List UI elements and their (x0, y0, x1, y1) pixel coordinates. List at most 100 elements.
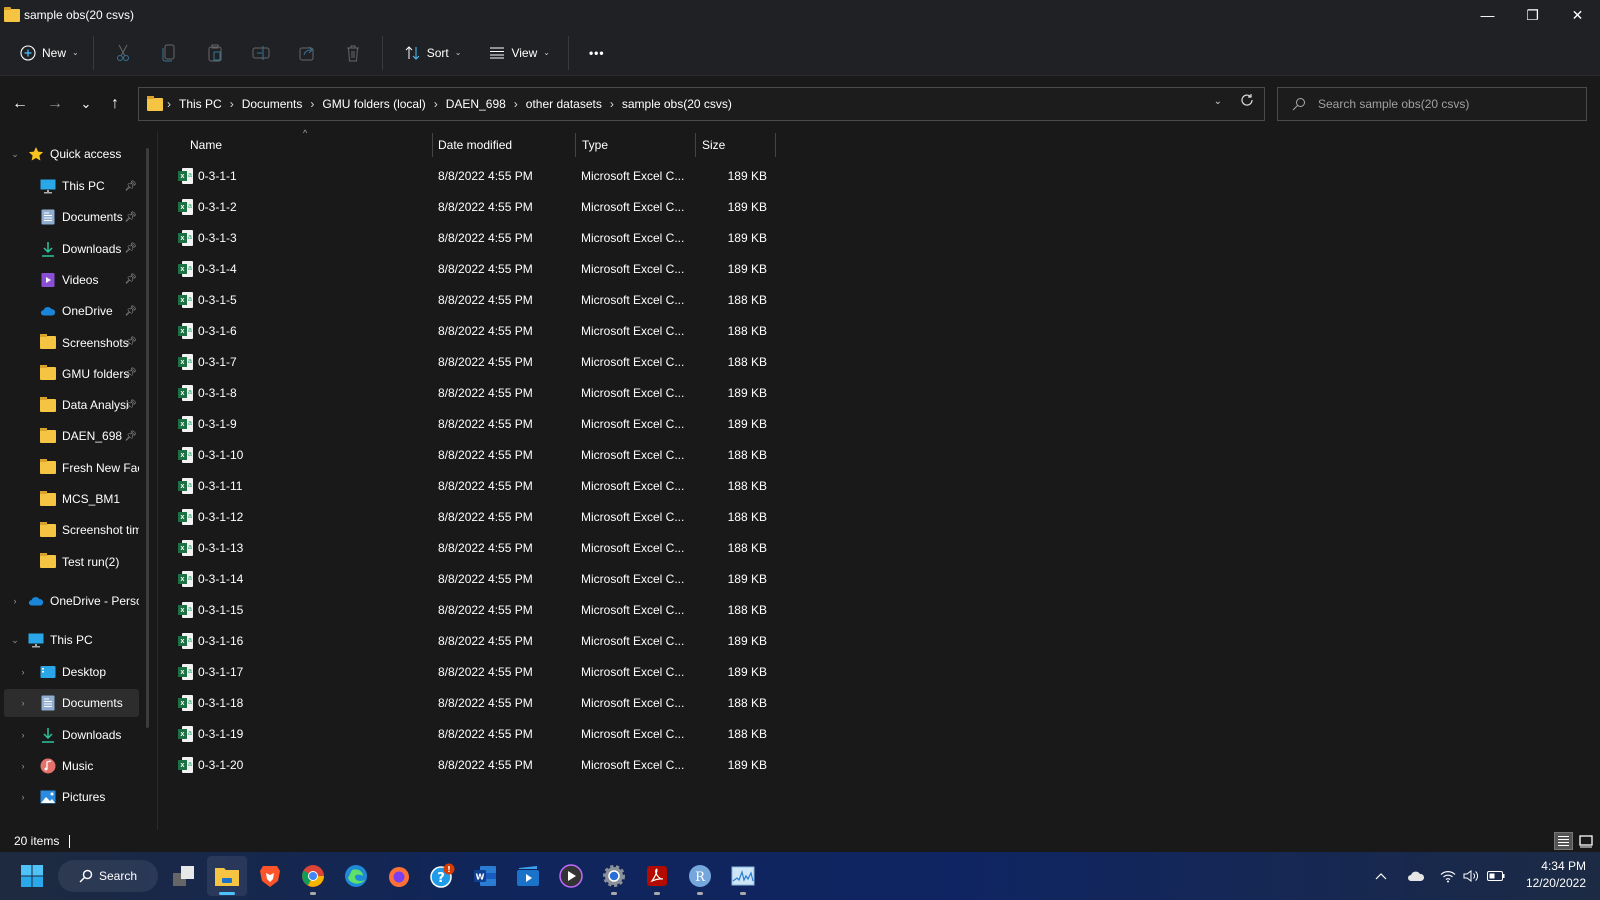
rename-button[interactable] (245, 37, 277, 69)
file-row[interactable]: x a 0-3-1-12 8/8/2022 4:55 PM Microsoft Exce… (172, 502, 772, 532)
column-header-type[interactable]: Type (582, 132, 608, 158)
volume-button[interactable] (1463, 852, 1479, 900)
taskbar-word[interactable]: W (465, 856, 505, 896)
taskbar-r[interactable]: R (680, 856, 720, 896)
file-row[interactable]: x a 0-3-1-10 8/8/2022 4:55 PM Microsoft Exce… (172, 440, 772, 470)
column-header-name[interactable]: Name (190, 132, 222, 158)
show-hidden-icons-button[interactable] (1375, 852, 1387, 900)
sidebar-item-screenshot-tim[interactable]: Screenshot tim (4, 516, 139, 544)
sidebar-item-videos[interactable]: Videos 📌︎ (4, 266, 139, 294)
chevron-right-icon[interactable]: › (8, 596, 22, 606)
clock[interactable]: 4:34 PM 12/20/2022 (1526, 858, 1586, 892)
search-box[interactable] (1277, 87, 1587, 121)
taskbar-edge[interactable] (336, 856, 376, 896)
taskbar-settings[interactable] (594, 856, 634, 896)
details-view-button[interactable] (1554, 832, 1573, 850)
file-row[interactable]: x a 0-3-1-13 8/8/2022 4:55 PM Microsoft Exce… (172, 533, 772, 563)
file-row[interactable]: x a 0-3-1-8 8/8/2022 4:55 PM Microsoft Excel… (172, 378, 772, 408)
chevron-right-icon[interactable]: › (16, 792, 30, 802)
taskbar-video-editor[interactable] (508, 856, 548, 896)
copy-button[interactable] (153, 37, 185, 69)
chevron-down-icon[interactable]: ⌄ (8, 635, 22, 646)
file-row[interactable]: x a 0-3-1-5 8/8/2022 4:55 PM Microsoft Excel… (172, 285, 772, 315)
file-row[interactable]: x a 0-3-1-17 8/8/2022 4:55 PM Microsoft Exce… (172, 657, 772, 687)
breadcrumb-item[interactable]: GMU folders (local) (322, 97, 425, 111)
sidebar-item-downloads[interactable]: Downloads 📌︎ (4, 235, 139, 263)
forward-button[interactable]: → (43, 92, 67, 116)
search-input[interactable] (1318, 97, 1568, 111)
restore-button[interactable]: ❐ (1510, 0, 1555, 30)
onedrive-tray-button[interactable] (1407, 852, 1425, 900)
file-row[interactable]: x a 0-3-1-11 8/8/2022 4:55 PM Microsoft Exce… (172, 471, 772, 501)
sidebar-item-mcs-bm1[interactable]: MCS_BM1 (4, 485, 139, 513)
file-row[interactable]: x a 0-3-1-16 8/8/2022 4:55 PM Microsoft Exce… (172, 626, 772, 656)
taskbar-resource-monitor[interactable] (723, 856, 763, 896)
address-bar[interactable]: › This PC › Documents › GMU folders (loc… (138, 87, 1265, 121)
sidebar-item-downloads[interactable]: › Downloads (4, 721, 139, 749)
file-row[interactable]: x a 0-3-1-1 8/8/2022 4:55 PM Microsoft Excel… (172, 161, 772, 191)
minimize-button[interactable]: — (1465, 0, 1510, 30)
sidebar-item-pictures[interactable]: › Pictures (4, 783, 139, 811)
taskbar-chrome[interactable] (293, 856, 333, 896)
file-row[interactable]: x a 0-3-1-3 8/8/2022 4:55 PM Microsoft Excel… (172, 223, 772, 253)
share-button[interactable] (291, 37, 323, 69)
back-button[interactable]: ← (8, 92, 32, 116)
sidebar-item-documents[interactable]: › Documents (4, 689, 139, 718)
file-row[interactable]: x a 0-3-1-6 8/8/2022 4:55 PM Microsoft Excel… (172, 316, 772, 346)
sidebar-item-desktop[interactable]: › Desktop (4, 658, 139, 686)
sidebar-item-onedrive-personal[interactable]: › OneDrive - Perso (4, 587, 140, 615)
file-row[interactable]: x a 0-3-1-14 8/8/2022 4:55 PM Microsoft Exce… (172, 564, 772, 594)
taskbar-file-explorer[interactable] (207, 856, 247, 896)
pane-divider[interactable] (157, 131, 158, 830)
column-divider[interactable] (575, 133, 576, 157)
chevron-down-icon[interactable]: ⌄ (8, 149, 22, 160)
column-divider[interactable] (775, 133, 776, 157)
column-divider[interactable] (432, 133, 433, 157)
breadcrumb-item[interactable]: Documents (242, 97, 303, 111)
delete-button[interactable] (337, 37, 369, 69)
sidebar-item-gmu-folders[interactable]: GMU folders 📌︎ (4, 360, 139, 388)
sidebar-item-this-pc[interactable]: ⌄ This PC (4, 626, 139, 654)
start-button[interactable] (12, 856, 52, 896)
sidebar-item-daen-698[interactable]: DAEN_698 📌︎ (4, 422, 139, 450)
column-header-date[interactable]: Date modified (438, 132, 512, 158)
breadcrumb-item[interactable]: other datasets (526, 97, 602, 111)
chevron-right-icon[interactable]: › (16, 730, 30, 740)
recent-locations-button[interactable]: ⌄ (74, 92, 98, 116)
file-row[interactable]: x a 0-3-1-15 8/8/2022 4:55 PM Microsoft Exce… (172, 595, 772, 625)
file-row[interactable]: x a 0-3-1-7 8/8/2022 4:55 PM Microsoft Excel… (172, 347, 772, 377)
sidebar-item-test-run-2-[interactable]: Test run(2) (4, 548, 139, 576)
breadcrumb-item[interactable]: sample obs(20 csvs) (622, 97, 732, 111)
file-row[interactable]: x a 0-3-1-4 8/8/2022 4:55 PM Microsoft Excel… (172, 254, 772, 284)
chevron-right-icon[interactable]: › (16, 698, 30, 708)
file-row[interactable]: x a 0-3-1-20 8/8/2022 4:55 PM Microsoft Exce… (172, 750, 772, 780)
breadcrumb-item[interactable]: DAEN_698 (446, 97, 506, 111)
battery-button[interactable] (1487, 852, 1505, 900)
sidebar-item-screenshots[interactable]: Screenshots 📌︎ (4, 329, 139, 357)
view-button[interactable]: View ⌄ (481, 37, 558, 69)
network-button[interactable] (1440, 852, 1456, 900)
taskbar-brave[interactable] (250, 856, 290, 896)
file-row[interactable]: x a 0-3-1-9 8/8/2022 4:55 PM Microsoft Excel… (172, 409, 772, 439)
up-button[interactable]: ↑ (103, 92, 127, 116)
cut-button[interactable] (107, 37, 139, 69)
sidebar-scrollbar[interactable] (146, 148, 149, 728)
sidebar-item-fresh-new-face[interactable]: Fresh New Face (4, 454, 139, 482)
file-row[interactable]: x a 0-3-1-2 8/8/2022 4:55 PM Microsoft Excel… (172, 192, 772, 222)
chevron-right-icon[interactable]: › (16, 667, 30, 677)
taskbar-firefox[interactable] (379, 856, 419, 896)
refresh-button[interactable] (1240, 93, 1254, 112)
sidebar-item-onedrive[interactable]: OneDrive 📌︎ (4, 297, 139, 325)
sidebar-item-documents[interactable]: Documents 📌︎ (4, 203, 139, 231)
column-divider[interactable] (695, 133, 696, 157)
sort-button[interactable]: Sort ⌄ (397, 37, 470, 69)
chevron-right-icon[interactable]: › (16, 761, 30, 771)
breadcrumb-item[interactable]: This PC (179, 97, 222, 111)
sidebar-item-music[interactable]: › Music (4, 752, 139, 780)
sidebar-item-quick-access[interactable]: ⌄ Quick access (4, 140, 139, 168)
file-row[interactable]: x a 0-3-1-19 8/8/2022 4:55 PM Microsoft Exce… (172, 719, 772, 749)
taskbar-search[interactable]: Search (58, 860, 158, 892)
task-view-button[interactable] (164, 856, 204, 896)
new-button[interactable]: New ⌄ (12, 37, 87, 69)
taskbar-get-help[interactable]: ?! (422, 856, 462, 896)
